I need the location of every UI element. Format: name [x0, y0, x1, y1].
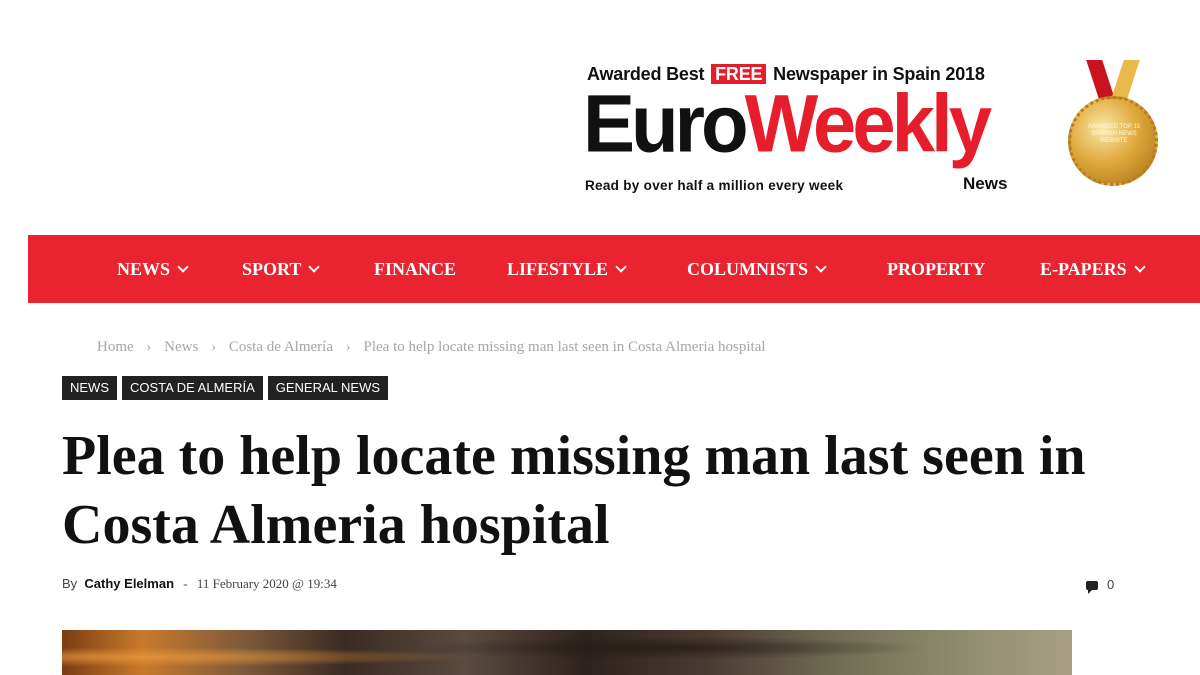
tag-news[interactable]: NEWS: [62, 376, 117, 400]
chevron-down-icon: [177, 261, 189, 273]
logo-readership-tagline: Read by over half a million every week: [585, 178, 844, 193]
breadcrumb-home[interactable]: Home: [97, 339, 134, 355]
nav-label-finance: FINANCE: [374, 259, 457, 279]
breadcrumb: Home › News › Costa de Almería › Plea to…: [97, 339, 766, 356]
comment-bubble-icon: [1086, 581, 1098, 594]
breadcrumb-separator: ›: [146, 339, 152, 355]
logo-news-label: News: [963, 174, 1008, 193]
nav-label-lifestyle: LIFESTYLE: [507, 259, 609, 279]
nav-item-lifestyle[interactable]: LIFESTYLE: [507, 235, 627, 303]
comments-link[interactable]: 0: [1086, 577, 1115, 594]
featured-image: [62, 630, 1072, 675]
chevron-down-icon: [1134, 261, 1146, 273]
nav-item-epapers[interactable]: E-PAPERS: [1040, 235, 1146, 303]
brand-weekly: Weekly: [744, 76, 992, 170]
article-meta: By Cathy Elelman - 11 February 2020 @ 19…: [62, 576, 337, 592]
chevron-down-icon: [815, 261, 827, 273]
medal-text: AWARDED TOP 15 SPANISH NEWS WEBSITE: [1087, 124, 1141, 144]
comment-count: 0: [1107, 577, 1115, 592]
breadcrumb-separator: ›: [345, 339, 351, 355]
main-navigation: NEWS SPORT FINANCE LIFESTYLE COLUMNISTS …: [28, 235, 1200, 303]
byline-label: By: [62, 576, 78, 591]
author-link[interactable]: Cathy Elelman: [84, 576, 174, 591]
nav-item-property[interactable]: PROPERTY: [887, 235, 985, 303]
nav-item-columnists[interactable]: COLUMNISTS: [687, 235, 827, 303]
nav-item-sport[interactable]: SPORT: [242, 235, 321, 303]
publish-date: 11 February 2020 @ 19:34: [196, 576, 337, 591]
award-medal-icon: AWARDED TOP 15 SPANISH NEWS WEBSITE: [1066, 60, 1161, 200]
nav-label-columnists: COLUMNISTS: [687, 259, 809, 279]
breadcrumb-costa-de-almeria[interactable]: Costa de Almería: [229, 339, 333, 355]
nav-label-news: NEWS: [117, 259, 171, 279]
nav-item-news[interactable]: NEWS: [117, 235, 189, 303]
brand-euro: Euro: [583, 76, 749, 170]
nav-label-sport: SPORT: [242, 259, 302, 279]
nav-label-epapers: E-PAPERS: [1040, 259, 1127, 279]
chevron-down-icon: [308, 261, 321, 273]
breadcrumb-separator: ›: [211, 339, 217, 355]
tag-general-news[interactable]: GENERAL NEWS: [267, 376, 389, 400]
breadcrumb-current-page: Plea to help locate missing man last see…: [363, 339, 766, 355]
site-logo[interactable]: Awarded Best FREE Newspaper in Spain 201…: [583, 60, 1183, 205]
chevron-down-icon: [615, 261, 627, 273]
article-title: Plea to help locate missing man last see…: [62, 425, 1086, 556]
nav-item-finance[interactable]: FINANCE: [374, 235, 456, 303]
nav-label-property: PROPERTY: [887, 259, 986, 279]
breadcrumb-news[interactable]: News: [164, 339, 198, 355]
meta-separator: -: [183, 576, 188, 591]
tag-costa-de-almeria[interactable]: COSTA DE ALMERÍA: [122, 376, 263, 400]
category-tags: NEWS COSTA DE ALMERÍA GENERAL NEWS: [62, 376, 393, 400]
brand-wordmark: EuroWeekly: [583, 76, 992, 171]
